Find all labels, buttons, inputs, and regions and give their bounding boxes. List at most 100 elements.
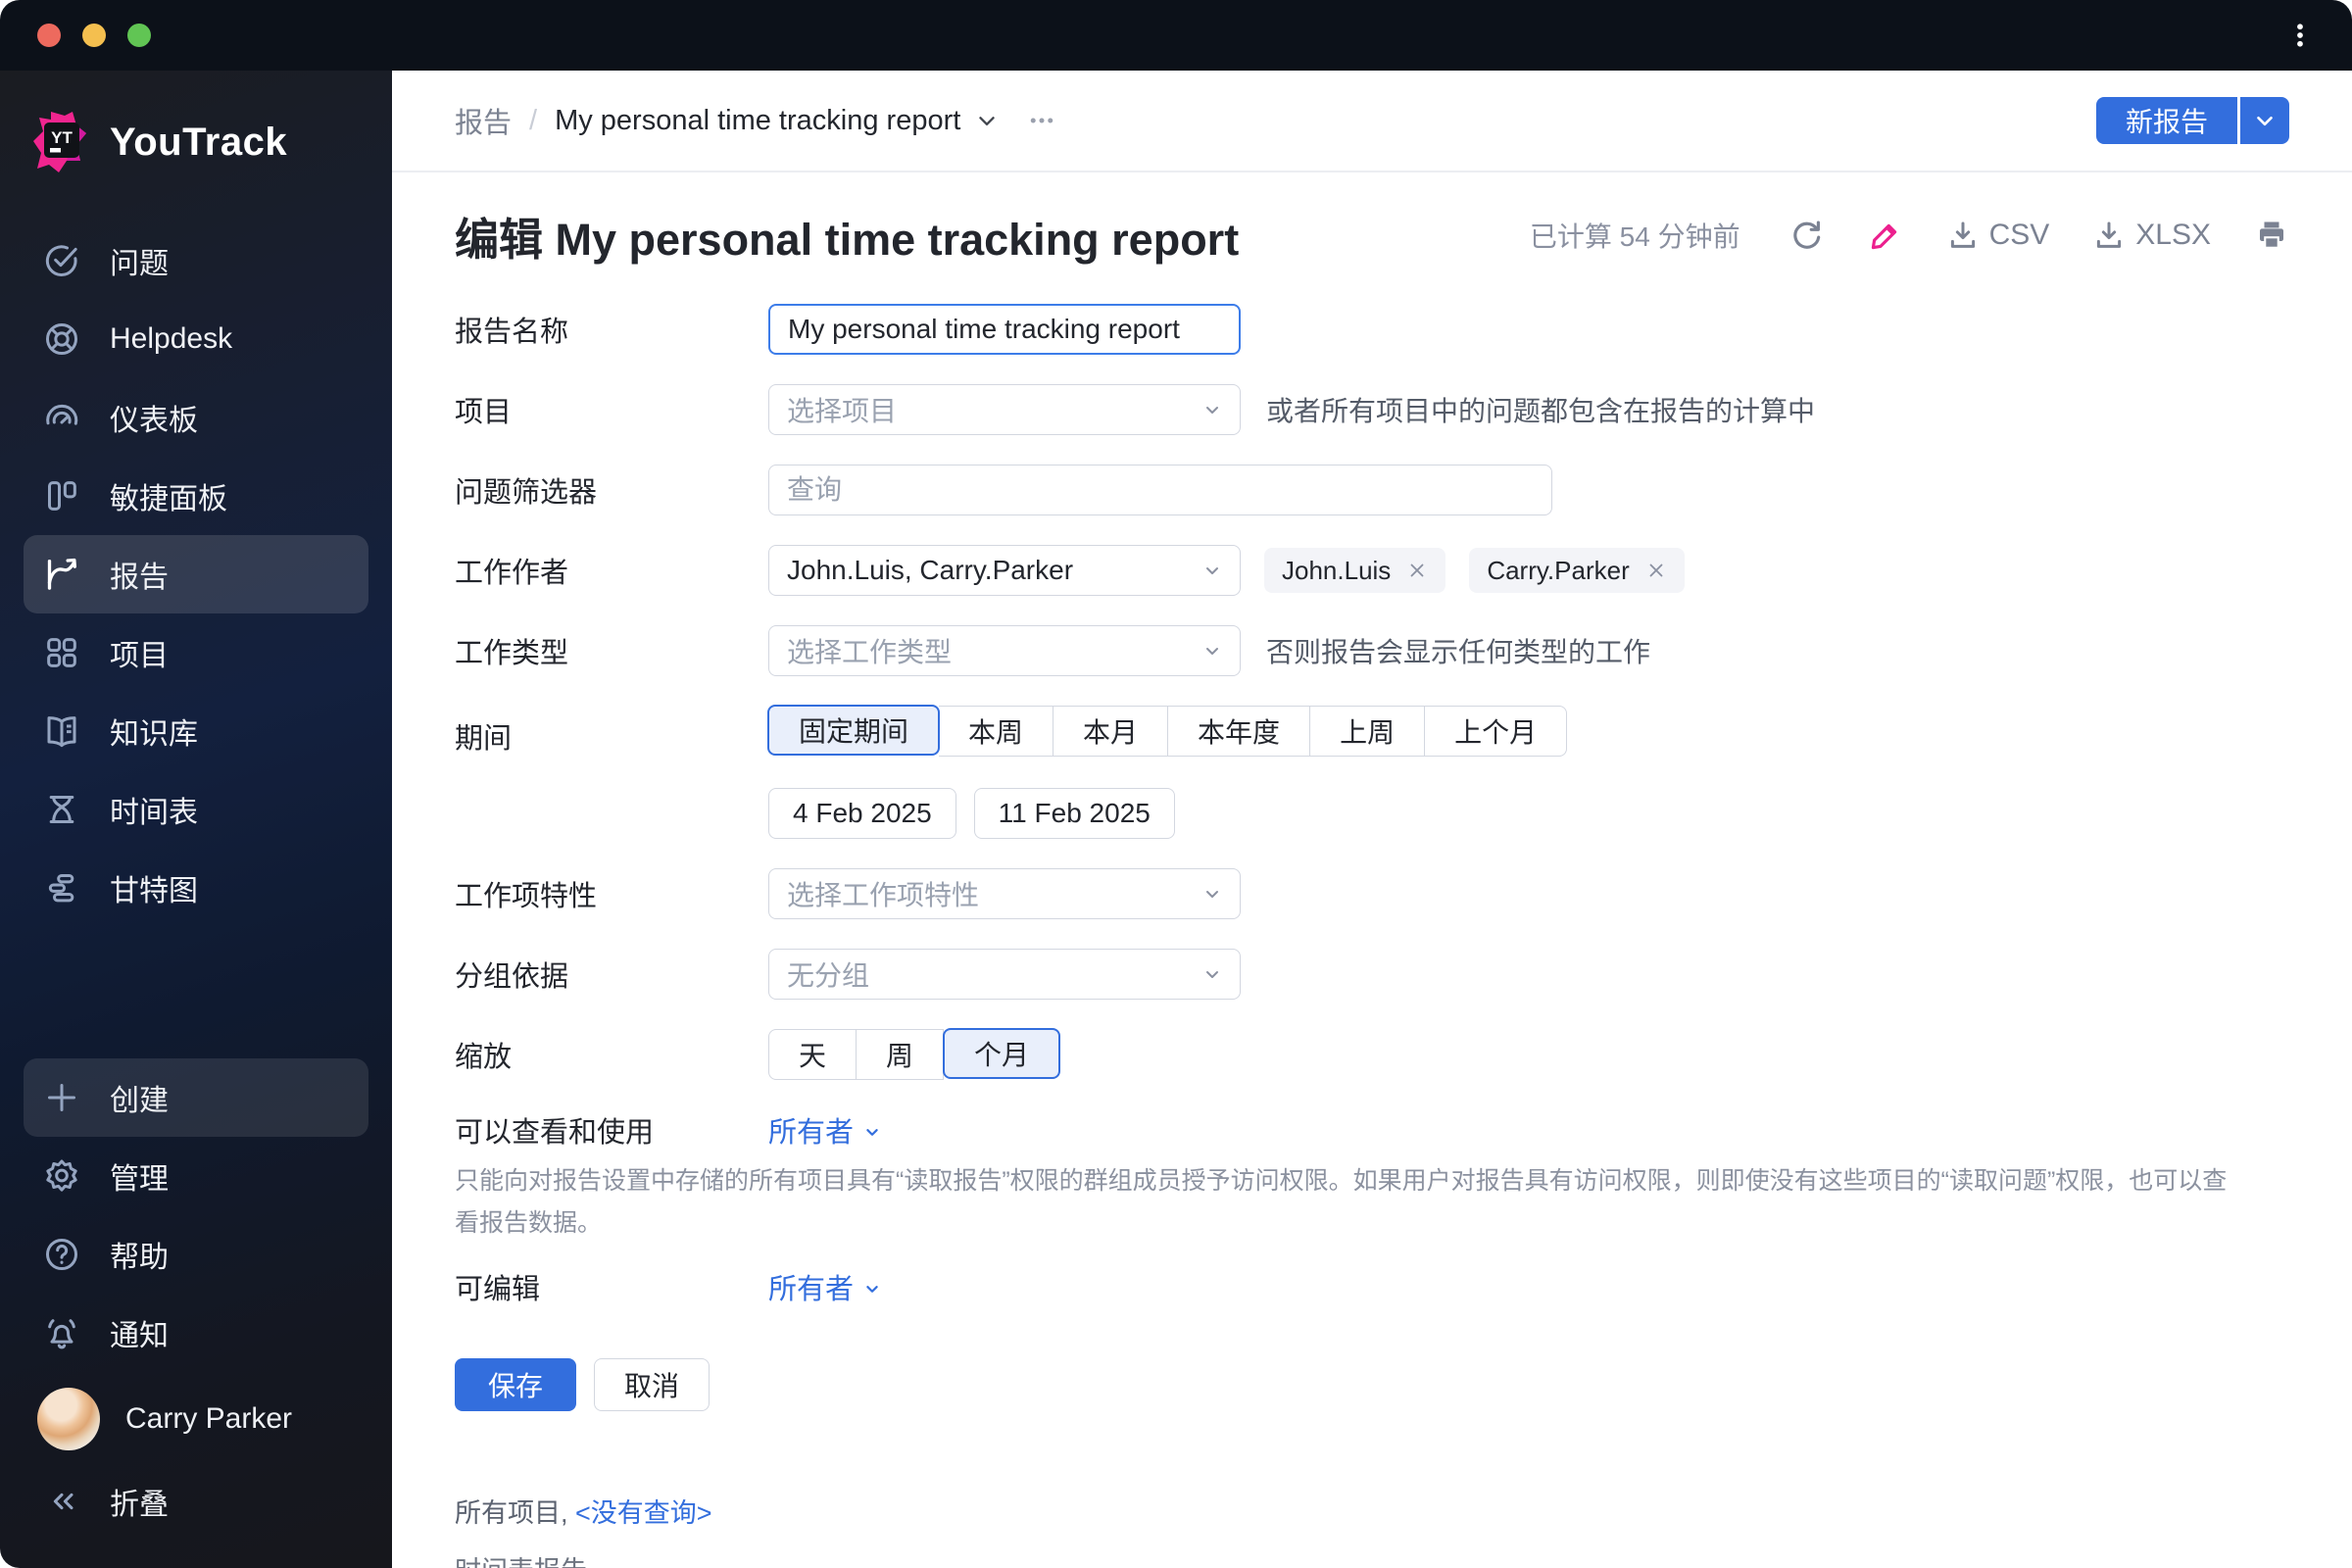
chevron-down-icon: [1200, 398, 1224, 421]
breadcrumb-reports-link[interactable]: 报告: [455, 100, 512, 141]
period-option-this-month[interactable]: 本月: [1054, 706, 1169, 757]
close-window-button[interactable]: [37, 24, 61, 47]
sidebar-create-button[interactable]: 创建: [24, 1058, 368, 1137]
period-option-last-week[interactable]: 上周: [1310, 706, 1426, 757]
save-button[interactable]: 保存: [455, 1358, 577, 1411]
period-label: 期间: [455, 723, 513, 755]
work-authors-select[interactable]: John.Luis, Carry.Parker: [768, 545, 1241, 596]
scale-label: 缩放: [455, 1042, 513, 1073]
export-xlsx-button[interactable]: XLSX: [2092, 219, 2211, 252]
print-button[interactable]: [2254, 218, 2289, 253]
sidebar-item-administration[interactable]: 管理: [24, 1137, 368, 1215]
chevron-down-icon: [1200, 962, 1224, 986]
sidebar-nav: 问题 Helpdesk 仪表板 敏捷面板 报告 项目 知识库 时间表 甘特图: [24, 221, 368, 927]
calculated-status: 已计算 54 分钟前: [1529, 221, 1740, 252]
summary-prefix: 所有项目,: [455, 1498, 568, 1528]
chevron-down-icon: [979, 117, 995, 125]
sidebar-item-issues[interactable]: 问题: [24, 221, 368, 300]
sidebar-item-help[interactable]: 帮助: [24, 1215, 368, 1294]
sidebar-item-label: 时间表: [110, 797, 198, 829]
work-item-attributes-select[interactable]: 选择工作项特性: [768, 868, 1241, 919]
sidebar-item-label: 甘特图: [110, 875, 198, 907]
sidebar-user-profile[interactable]: Carry Parker: [24, 1376, 368, 1462]
report-summary: 所有项目, <没有查询>: [455, 1492, 2289, 1530]
period-option-this-year[interactable]: 本年度: [1168, 706, 1311, 757]
group-by-select[interactable]: 无分组: [768, 949, 1241, 1000]
editable-owner-dropdown[interactable]: 所有者: [768, 1266, 883, 1307]
sidebar-item-label: 通知: [110, 1320, 169, 1352]
sidebar-item-label: 创建: [110, 1085, 169, 1117]
period-start-date-button[interactable]: 4 Feb 2025: [768, 788, 956, 839]
scale-segmented-control: 天 周 个月: [768, 1028, 1061, 1080]
period-segmented-control: 固定期间 本周 本月 本年度 上周 上个月: [767, 705, 1568, 757]
help-circle-icon: [41, 1234, 82, 1275]
breadcrumb-separator: /: [529, 104, 538, 136]
form-row-group-by: 分组依据 无分组: [455, 949, 2289, 1000]
app-window: YT YouTrack 问题 Helpdesk 仪表板 敏捷面板 报告 项目 知…: [0, 0, 2352, 1568]
issue-filter-input[interactable]: [768, 465, 1552, 515]
sidebar-item-reports[interactable]: 报告: [24, 535, 368, 613]
window-menu-icon[interactable]: [2285, 21, 2315, 50]
remove-author-icon[interactable]: [1406, 560, 1428, 581]
sidebar-item-label: 知识库: [110, 718, 198, 751]
collapse-chevrons-icon: [41, 1481, 82, 1522]
sidebar-item-helpdesk[interactable]: Helpdesk: [24, 300, 368, 378]
export-csv-button[interactable]: CSV: [1946, 219, 2049, 252]
author-chip: John.Luis: [1264, 548, 1446, 593]
brand-name: YouTrack: [110, 120, 288, 164]
sidebar-item-timesheets[interactable]: 时间表: [24, 770, 368, 849]
sidebar-collapse-button[interactable]: 折叠: [24, 1462, 368, 1541]
scale-option-week[interactable]: 周: [857, 1029, 945, 1080]
printer-icon: [2260, 221, 2283, 249]
visibility-label: 可以查看和使用: [455, 1117, 655, 1149]
scale-option-month[interactable]: 个月: [943, 1028, 1061, 1079]
chevron-down-icon: [2257, 116, 2273, 126]
minimize-window-button[interactable]: [82, 24, 106, 47]
work-types-hint: 否则报告会显示任何类型的工作: [1266, 637, 1651, 667]
form-row-issue-filter: 问题筛选器: [455, 465, 2289, 515]
edit-report-button[interactable]: [1868, 218, 1903, 253]
sidebar-item-agile-boards[interactable]: 敏捷面板: [24, 457, 368, 535]
report-more-menu-icon[interactable]: [1027, 106, 1056, 135]
sidebar-item-notifications[interactable]: 通知: [24, 1294, 368, 1372]
new-report-button[interactable]: 新报告: [2095, 97, 2237, 144]
no-query-link[interactable]: <没有查询>: [575, 1498, 712, 1528]
form-row-work-types: 工作类型 选择工作类型 否则报告会显示任何类型的工作: [455, 625, 2289, 676]
form-row-report-name: 报告名称: [455, 304, 2289, 355]
projects-grid-icon: [41, 632, 82, 673]
traffic-lights: [37, 24, 151, 47]
sidebar-item-label: 折叠: [110, 1489, 169, 1521]
sidebar-item-knowledge-base[interactable]: 知识库: [24, 692, 368, 770]
sidebar-item-gantt[interactable]: 甘特图: [24, 849, 368, 927]
work-types-select[interactable]: 选择工作类型: [768, 625, 1241, 676]
svg-text:YT: YT: [51, 128, 73, 147]
chevron-down-icon: [1200, 882, 1224, 906]
breadcrumb-current-report[interactable]: My personal time tracking report: [555, 105, 1000, 137]
reports-chart-icon: [41, 554, 82, 595]
chevron-down-icon: [1200, 639, 1224, 662]
projects-select[interactable]: 选择项目: [768, 384, 1241, 435]
period-end-date-button[interactable]: 11 Feb 2025: [973, 788, 1175, 839]
sidebar-item-label: 报告: [110, 562, 169, 594]
zoom-window-button[interactable]: [127, 24, 151, 47]
group-by-label: 分组依据: [455, 961, 569, 993]
sidebar-item-label: Helpdesk: [110, 322, 233, 355]
sidebar-item-projects[interactable]: 项目: [24, 613, 368, 692]
period-option-last-month[interactable]: 上个月: [1425, 706, 1568, 757]
projects-hint: 或者所有项目中的问题都包含在报告的计算中: [1266, 396, 1816, 426]
recalculate-button[interactable]: [1789, 218, 1825, 253]
remove-author-icon[interactable]: [1645, 560, 1667, 581]
period-option-fixed[interactable]: 固定期间: [767, 705, 941, 756]
sidebar-item-dashboards[interactable]: 仪表板: [24, 378, 368, 457]
report-editor: 编辑 My personal time tracking report 已计算 …: [392, 172, 2352, 1568]
scale-option-day[interactable]: 天: [768, 1029, 858, 1080]
new-report-split-button: 新报告: [2095, 97, 2289, 144]
pencil-icon: [1871, 223, 1896, 250]
gear-icon: [41, 1155, 82, 1197]
new-report-dropdown-button[interactable]: [2240, 97, 2289, 144]
report-name-input[interactable]: [768, 304, 1241, 355]
visibility-owner-dropdown[interactable]: 所有者: [768, 1109, 883, 1151]
cancel-button[interactable]: 取消: [594, 1358, 710, 1411]
avatar: [37, 1388, 100, 1450]
period-option-this-week[interactable]: 本周: [939, 706, 1054, 757]
